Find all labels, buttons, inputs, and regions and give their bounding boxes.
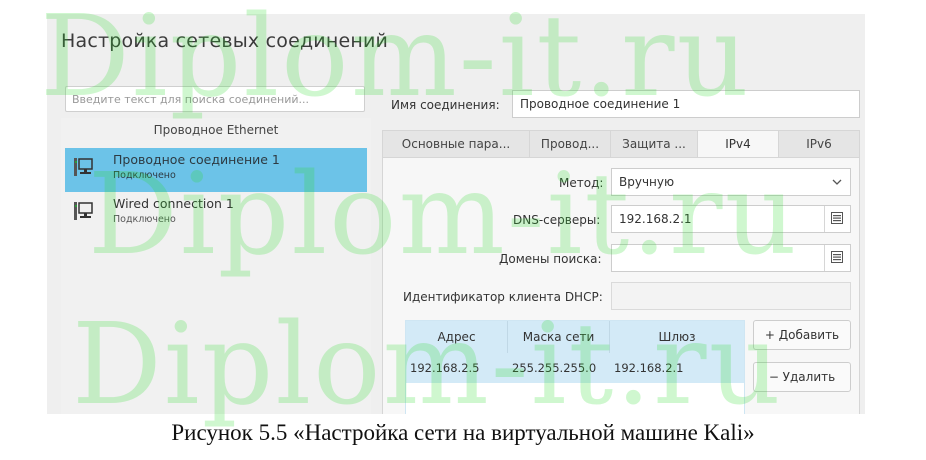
connection-name: Wired connection 1 [113, 196, 234, 211]
add-address-button[interactable]: + Добавить [753, 320, 851, 350]
figure-caption: Рисунок 5.5 «Настройка сети на виртуальн… [171, 420, 755, 445]
dhcp-client-id-label: Идентификатор клиента DHCP: [403, 290, 603, 304]
dns-input[interactable]: 192.168.2.1 [611, 205, 851, 233]
tab-ipv6[interactable]: IPv6 [778, 130, 860, 158]
connection-group-header: Проводное Ethernet [153, 123, 279, 137]
connection-item-wired-1-en[interactable]: Wired connection 1 Подключено [65, 192, 367, 236]
connection-name-input[interactable]: Проводное соединение 1 [512, 90, 860, 118]
column-header-address[interactable]: Адрес [406, 321, 508, 353]
connection-list: Проводное Ethernet Проводное соединение … [61, 118, 371, 414]
chevron-down-icon [832, 179, 842, 185]
table-cell-address[interactable]: 192.168.2.5 [406, 353, 508, 383]
dns-value: 192.168.2.1 [619, 212, 692, 226]
list-edit-icon [831, 251, 843, 263]
network-wired-icon [74, 158, 93, 176]
settings-tabs: Основные пара... Провод... Защита ... IP… [382, 130, 860, 158]
search-domains-label: Домены поиска: [499, 252, 602, 266]
remove-address-button[interactable]: − Удалить [753, 362, 851, 392]
dns-label: DNS-серверы: [513, 213, 601, 227]
method-select[interactable]: Вручную [611, 168, 851, 196]
method-label: Метод: [559, 176, 604, 190]
connection-search-input[interactable]: Введите текст для поиска соединений... [65, 86, 365, 112]
column-header-gateway[interactable]: Шлюз [610, 321, 744, 353]
dns-edit-button[interactable] [824, 206, 850, 232]
tab-wired[interactable]: Провод... [529, 130, 611, 158]
column-header-netmask[interactable]: Маска сети [508, 321, 610, 353]
tab-security[interactable]: Защита ... [610, 130, 698, 158]
search-domains-input[interactable] [611, 244, 851, 272]
search-domains-edit-button[interactable] [824, 245, 850, 271]
connection-status: Подключено [113, 214, 176, 225]
table-cell-gateway[interactable]: 192.168.2.1 [610, 353, 744, 383]
dhcp-client-id-input[interactable] [611, 282, 851, 310]
connection-item-wired-1-ru[interactable]: Проводное соединение 1 Подключено [65, 148, 367, 192]
addresses-table: Адрес Маска сети Шлюз 192.168.2.5 255.25… [405, 320, 745, 414]
table-cell-netmask[interactable]: 255.255.255.0 [508, 353, 610, 383]
connection-name-label: Имя соединения: [391, 98, 500, 112]
tab-ipv4[interactable]: IPv4 [697, 130, 779, 158]
network-wired-icon [74, 202, 93, 220]
tab-general[interactable]: Основные пара... [382, 130, 530, 158]
network-connections-window: Настройка сетевых соединений Введите тек… [47, 14, 865, 414]
connection-name: Проводное соединение 1 [113, 152, 280, 167]
window-title: Настройка сетевых соединений [61, 30, 389, 52]
list-edit-icon [831, 212, 843, 224]
method-value: Вручную [619, 175, 675, 189]
connection-status: Подключено [113, 170, 176, 181]
